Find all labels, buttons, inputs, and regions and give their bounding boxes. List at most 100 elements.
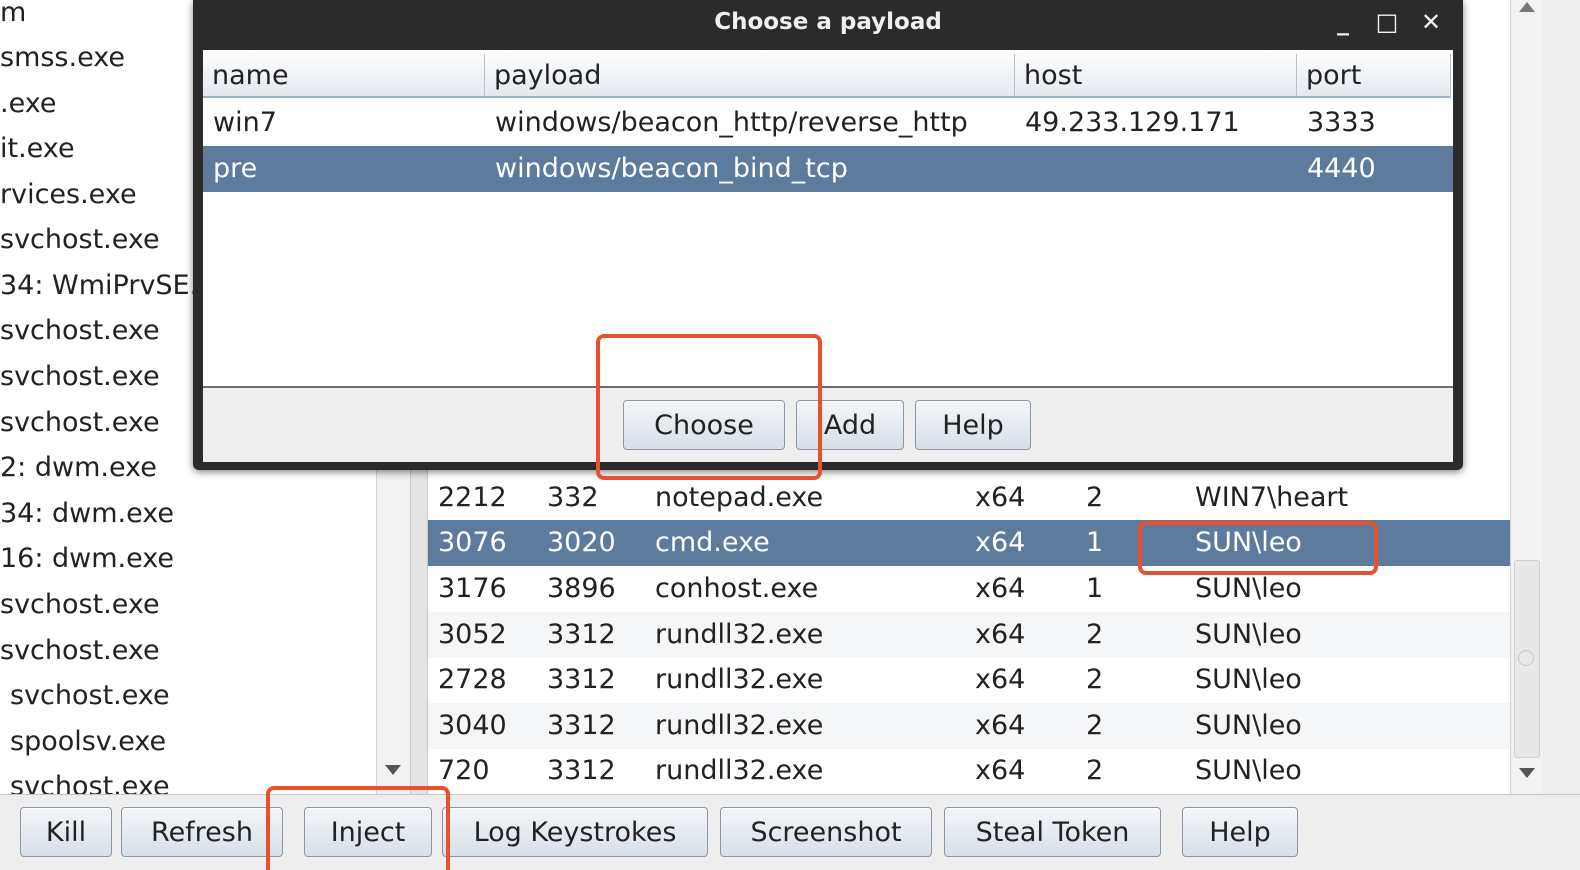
payload-type-cell: windows/beacon_bind_tcp xyxy=(495,153,848,184)
pid-cell: 2728 xyxy=(438,664,507,695)
tree-item[interactable]: svchost.exe xyxy=(10,764,170,794)
payload-name-cell: pre xyxy=(213,153,258,184)
process-name-cell: rundll32.exe xyxy=(655,664,824,695)
column-header-host[interactable]: host xyxy=(1015,54,1297,98)
payload-row[interactable]: win7 windows/beacon_http/reverse_http 49… xyxy=(203,100,1453,146)
payload-table: name payload host port win7 windows/beac… xyxy=(203,50,1453,388)
arch-cell: x64 xyxy=(975,664,1026,695)
session-cell: 1 xyxy=(1086,527,1104,558)
arch-cell: x64 xyxy=(975,482,1026,513)
tree-item[interactable]: svchost.exe xyxy=(0,308,160,354)
tree-item[interactable]: 2: dwm.exe xyxy=(0,445,157,491)
steal-token-button[interactable]: Steal Token xyxy=(944,807,1161,857)
column-header-payload[interactable]: payload xyxy=(485,54,1015,98)
arch-cell: x64 xyxy=(975,573,1026,604)
column-header-name[interactable]: name xyxy=(203,54,485,98)
arch-cell: x64 xyxy=(975,710,1026,741)
table-row[interactable]: 2212 332 notepad.exe x64 2 WIN7\heart xyxy=(428,475,1510,521)
screenshot-button[interactable]: Screenshot xyxy=(720,807,932,857)
add-button[interactable]: Add xyxy=(796,400,904,450)
session-cell: 2 xyxy=(1086,710,1104,741)
payload-port-cell: 3333 xyxy=(1307,107,1376,138)
process-name-cell: rundll32.exe xyxy=(655,619,824,650)
arch-cell: x64 xyxy=(975,755,1026,786)
process-name-cell: cmd.exe xyxy=(655,527,770,558)
user-cell: SUN\leo xyxy=(1195,755,1302,786)
minimize-icon[interactable]: _ xyxy=(1327,6,1359,38)
process-table-scrollbar[interactable] xyxy=(1510,0,1543,794)
table-row[interactable]: 720 3312 rundll32.exe x64 2 SUN\leo xyxy=(428,748,1510,794)
tree-item[interactable]: svchost.exe xyxy=(0,354,160,400)
tree-item[interactable]: smss.exe xyxy=(0,35,125,81)
ppid-cell: 3312 xyxy=(547,619,616,650)
user-cell: SUN\leo xyxy=(1195,573,1302,604)
user-cell: SUN\leo xyxy=(1195,619,1302,650)
user-cell: SUN\leo xyxy=(1195,527,1302,558)
tree-item[interactable]: m xyxy=(0,0,26,36)
user-cell: WIN7\heart xyxy=(1195,482,1349,513)
tree-item[interactable]: svchost.exe xyxy=(0,582,160,628)
ppid-cell: 3312 xyxy=(547,710,616,741)
process-name-cell: rundll32.exe xyxy=(655,755,824,786)
tree-item[interactable]: 16: dwm.exe xyxy=(0,536,174,582)
scrollbar-grip-icon xyxy=(1518,650,1534,666)
maximize-icon[interactable]: □ xyxy=(1371,6,1403,38)
process-name-cell: conhost.exe xyxy=(655,573,819,604)
ppid-cell: 3312 xyxy=(547,664,616,695)
tree-item[interactable]: spoolsv.exe xyxy=(10,719,166,765)
scroll-up-arrow-icon[interactable] xyxy=(1519,2,1535,12)
table-row[interactable]: 3176 3896 conhost.exe x64 1 SUN\leo xyxy=(428,566,1510,612)
inject-button[interactable]: Inject xyxy=(304,807,432,857)
scroll-down-arrow-icon[interactable] xyxy=(385,765,401,775)
session-cell: 2 xyxy=(1086,755,1104,786)
scroll-down-arrow-icon[interactable] xyxy=(1519,768,1535,778)
refresh-button[interactable]: Refresh xyxy=(121,807,283,857)
tree-item[interactable]: .exe xyxy=(0,81,56,127)
payload-host-cell: 49.233.129.171 xyxy=(1025,107,1240,138)
dialog-title[interactable]: Choose a payload xyxy=(193,0,1463,46)
tree-item[interactable]: svchost.exe xyxy=(0,628,160,674)
session-cell: 2 xyxy=(1086,619,1104,650)
ppid-cell: 332 xyxy=(547,482,599,513)
tree-item[interactable]: 34: dwm.exe xyxy=(0,491,174,537)
tree-item[interactable]: svchost.exe xyxy=(0,217,160,263)
table-row-selected[interactable]: 3076 3020 cmd.exe x64 1 SUN\leo xyxy=(428,520,1510,566)
arch-cell: x64 xyxy=(975,527,1026,558)
tree-item[interactable]: it.exe xyxy=(0,126,75,172)
tree-item[interactable]: svchost.exe xyxy=(0,400,160,446)
tree-item[interactable]: svchost.exe xyxy=(10,673,170,719)
dialog-help-button[interactable]: Help xyxy=(915,400,1031,450)
table-row[interactable]: 3052 3312 rundll32.exe x64 2 SUN\leo xyxy=(428,612,1510,658)
close-icon[interactable]: ✕ xyxy=(1415,6,1447,38)
payload-name-cell: win7 xyxy=(213,107,277,138)
payload-port-cell: 4440 xyxy=(1307,153,1376,184)
session-cell: 1 xyxy=(1086,573,1104,604)
log-keystrokes-button[interactable]: Log Keystrokes xyxy=(442,807,708,857)
process-name-cell: rundll32.exe xyxy=(655,710,824,741)
pid-cell: 720 xyxy=(438,755,490,786)
kill-button[interactable]: Kill xyxy=(20,807,112,857)
user-cell: SUN\leo xyxy=(1195,710,1302,741)
payload-type-cell: windows/beacon_http/reverse_http xyxy=(495,107,968,138)
ppid-cell: 3896 xyxy=(547,573,616,604)
payload-row-selected[interactable]: pre windows/beacon_bind_tcp 4440 xyxy=(203,146,1453,192)
process-name-cell: notepad.exe xyxy=(655,482,824,513)
pid-cell: 3176 xyxy=(438,573,507,604)
pid-cell: 3052 xyxy=(438,619,507,650)
choose-button[interactable]: Choose xyxy=(623,400,785,450)
ppid-cell: 3312 xyxy=(547,755,616,786)
user-cell: SUN\leo xyxy=(1195,664,1302,695)
help-button[interactable]: Help xyxy=(1182,807,1298,857)
tree-item[interactable]: rvices.exe xyxy=(0,172,137,218)
session-cell: 2 xyxy=(1086,482,1104,513)
bottom-toolbar: Kill Refresh Inject Log Keystrokes Scree… xyxy=(0,794,1580,867)
pid-cell: 3040 xyxy=(438,710,507,741)
column-header-port[interactable]: port xyxy=(1297,54,1451,98)
ppid-cell: 3020 xyxy=(547,527,616,558)
pid-cell: 2212 xyxy=(438,482,507,513)
session-cell: 2 xyxy=(1086,664,1104,695)
arch-cell: x64 xyxy=(975,619,1026,650)
pid-cell: 3076 xyxy=(438,527,507,558)
table-row[interactable]: 3040 3312 rundll32.exe x64 2 SUN\leo xyxy=(428,703,1510,749)
table-row[interactable]: 2728 3312 rundll32.exe x64 2 SUN\leo xyxy=(428,657,1510,703)
